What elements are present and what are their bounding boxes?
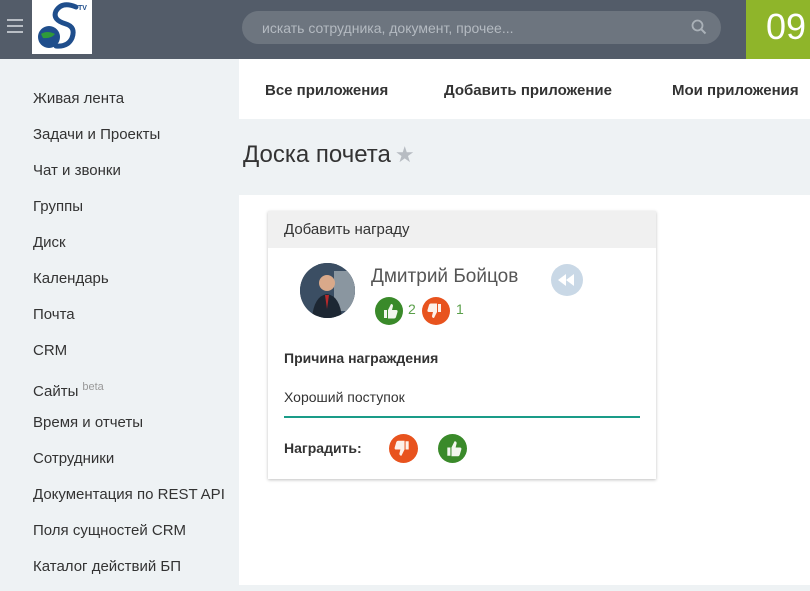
reason-input[interactable]: Хороший поступок bbox=[284, 384, 640, 418]
star-icon[interactable]: ★ bbox=[395, 142, 415, 167]
sidebar-item-label: Живая лента bbox=[33, 90, 125, 107]
sidebar-item-label: Диск bbox=[33, 234, 66, 251]
top-bar: TV искать сотрудника, документ, прочее..… bbox=[0, 0, 810, 59]
likes-count: 2 bbox=[408, 301, 416, 317]
avatar[interactable] bbox=[300, 263, 355, 318]
sidebar-item-chat[interactable]: Чат и звонки bbox=[33, 159, 225, 195]
sidebar-item-label: Группы bbox=[33, 198, 83, 215]
tab-my-apps[interactable]: Мои приложения bbox=[672, 82, 799, 99]
sidebar-item-tasks[interactable]: Задачи и Проекты bbox=[33, 123, 225, 159]
award-card: Добавить награду Дмитрий Бойцов 2 1 Прич… bbox=[268, 211, 656, 479]
sidebar-item-label: Сайты bbox=[33, 383, 79, 400]
clock[interactable]: 09 bbox=[746, 0, 810, 59]
sidebar-item-label: Каталог действий БП bbox=[33, 558, 182, 575]
company-logo[interactable]: TV bbox=[32, 0, 92, 54]
tab-all-apps[interactable]: Все приложения bbox=[265, 82, 388, 99]
page-title: Доска почета ★ bbox=[243, 141, 415, 169]
clock-time: 09 bbox=[766, 6, 807, 47]
sidebar-item-label: Почта bbox=[33, 306, 75, 323]
svg-text:TV: TV bbox=[78, 5, 87, 12]
sidebar-item-label: Поля сущностей CRM bbox=[33, 522, 187, 539]
sidebar-item-crm[interactable]: CRM bbox=[33, 339, 225, 375]
menu-icon[interactable] bbox=[7, 19, 23, 33]
sidebar-item-label: Сотрудники bbox=[33, 450, 115, 467]
sidebar-item-employees[interactable]: Сотрудники bbox=[33, 447, 225, 483]
dislikes-count: 1 bbox=[456, 301, 464, 317]
search-placeholder: искать сотрудника, документ, прочее... bbox=[262, 20, 514, 36]
sidebar-item-bp-catalog[interactable]: Каталог действий БП bbox=[33, 555, 225, 591]
sidebar: Живая лента Задачи и Проекты Чат и звонк… bbox=[0, 59, 239, 585]
beta-badge: beta bbox=[82, 381, 104, 393]
reward-label: Наградить: bbox=[284, 440, 362, 456]
award-dislike-button[interactable] bbox=[389, 434, 418, 463]
apps-tab-bar: Все приложения Добавить приложение Мои п… bbox=[239, 59, 810, 119]
card-title: Добавить награду bbox=[268, 211, 656, 248]
tab-add-app[interactable]: Добавить приложение bbox=[444, 82, 612, 99]
sidebar-item-rest-api[interactable]: Документация по REST API bbox=[33, 483, 225, 519]
person-name[interactable]: Дмитрий Бойцов bbox=[371, 266, 518, 288]
back-arrow-icon[interactable] bbox=[551, 264, 583, 296]
sidebar-item-label: Задачи и Проекты bbox=[33, 126, 161, 143]
search-input[interactable]: искать сотрудника, документ, прочее... bbox=[242, 11, 721, 44]
sidebar-item-crm-fields[interactable]: Поля сущностей CRM bbox=[33, 519, 225, 555]
sidebar-item-time-reports[interactable]: Время и отчеты bbox=[33, 411, 225, 447]
sidebar-item-label: Календарь bbox=[33, 270, 109, 287]
search-icon[interactable] bbox=[691, 19, 707, 35]
sidebar-item-label: Время и отчеты bbox=[33, 414, 144, 431]
page-title-text: Доска почета bbox=[243, 141, 391, 168]
sidebar-item-disk[interactable]: Диск bbox=[33, 231, 225, 267]
thumbs-down-icon[interactable] bbox=[422, 297, 450, 325]
sidebar-item-sites[interactable]: Сайты beta bbox=[33, 375, 225, 411]
sidebar-item-live-feed[interactable]: Живая лента bbox=[33, 87, 225, 123]
reason-label: Причина награждения bbox=[284, 350, 439, 366]
sidebar-item-calendar[interactable]: Календарь bbox=[33, 267, 225, 303]
sidebar-item-mail[interactable]: Почта bbox=[33, 303, 225, 339]
award-like-button[interactable] bbox=[438, 434, 467, 463]
sidebar-item-label: CRM bbox=[33, 342, 68, 359]
thumbs-up-icon[interactable] bbox=[375, 297, 403, 325]
sidebar-item-label: Документация по REST API bbox=[33, 486, 225, 503]
sidebar-item-label: Чат и звонки bbox=[33, 162, 121, 179]
sidebar-item-groups[interactable]: Группы bbox=[33, 195, 225, 231]
